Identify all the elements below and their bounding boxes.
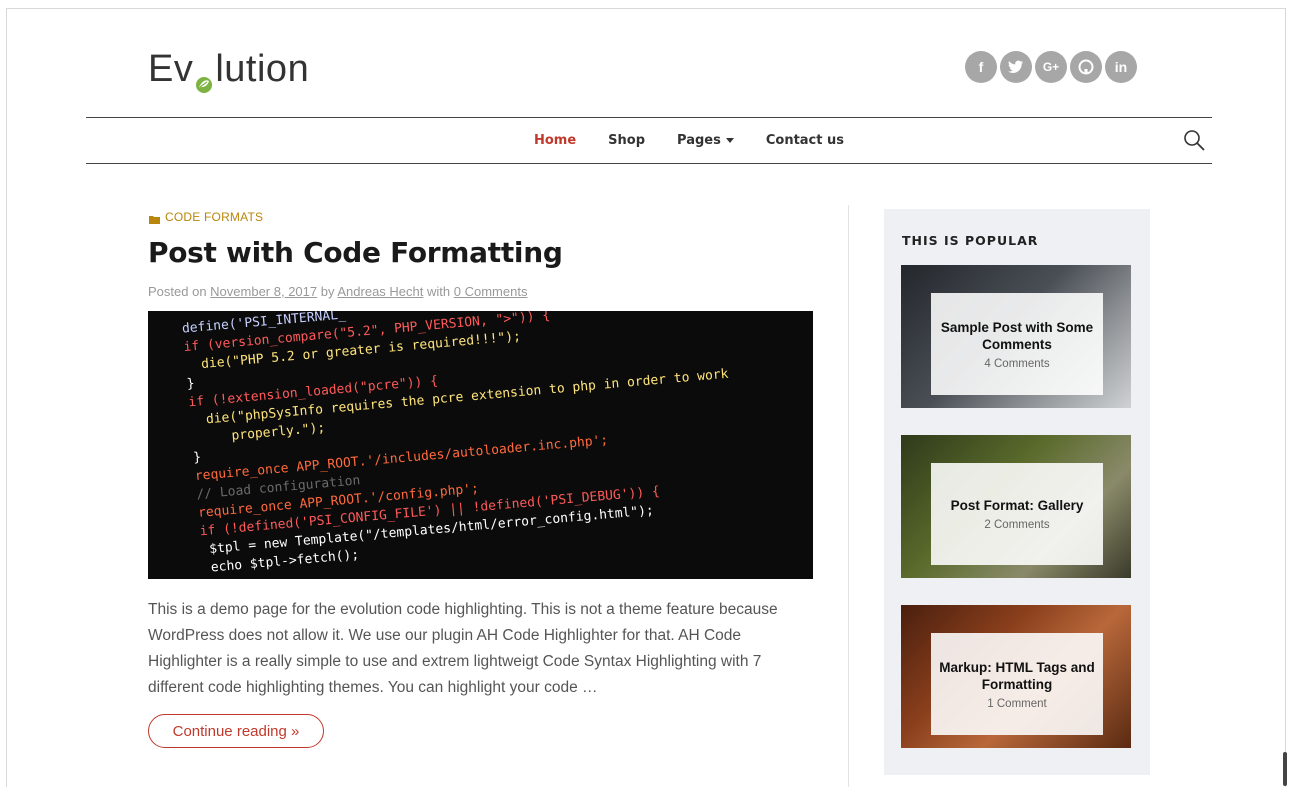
popular-post-comments: 4 Comments xyxy=(984,357,1050,370)
social-links: f G+ in xyxy=(965,51,1137,83)
github-icon[interactable] xyxy=(1070,51,1102,83)
popular-post-title: Sample Post with Some Comments xyxy=(940,319,1094,352)
nav-item-pages[interactable]: Pages xyxy=(677,133,734,148)
facebook-icon[interactable]: f xyxy=(965,51,997,83)
content-divider xyxy=(848,205,849,787)
linkedin-icon[interactable]: in xyxy=(1105,51,1137,83)
popular-post-2[interactable]: Post Format: Gallery 2 Comments xyxy=(901,435,1131,578)
post-meta: Posted on November 8, 2017 by Andreas He… xyxy=(148,284,528,299)
nav-item-contact[interactable]: Contact us xyxy=(766,133,844,148)
search-icon[interactable] xyxy=(1182,128,1206,152)
post-title[interactable]: Post with Code Formatting xyxy=(148,236,563,269)
caret-down-icon xyxy=(725,138,734,143)
main-navigation: Home Shop Pages Contact us xyxy=(86,117,1212,164)
post-excerpt: This is a demo page for the evolution co… xyxy=(148,601,778,696)
post-author-link[interactable]: Andreas Hecht xyxy=(337,284,423,299)
sidebar-widget-popular: THIS IS POPULAR Sample Post with Some Co… xyxy=(884,209,1150,775)
post-comments-link[interactable]: 0 Comments xyxy=(454,284,528,299)
popular-post-3[interactable]: Markup: HTML Tags and Formatting 1 Comme… xyxy=(901,605,1131,748)
code-line: } xyxy=(186,376,195,392)
code-line: } xyxy=(193,450,202,466)
popular-post-title: Markup: HTML Tags and Formatting xyxy=(939,659,1095,692)
popular-post-comments: 1 Comment xyxy=(987,697,1047,710)
widget-title: THIS IS POPULAR xyxy=(902,233,1039,248)
nav-item-shop[interactable]: Shop xyxy=(608,133,645,148)
page-scrollbar[interactable] xyxy=(1283,752,1287,786)
post-category[interactable]: CODE FORMATS xyxy=(149,210,263,224)
post-featured-image[interactable]: define('PSI_INTERNAL_ if (version_compare… xyxy=(148,311,813,579)
twitter-icon[interactable] xyxy=(1000,51,1032,83)
popular-post-title: Post Format: Gallery xyxy=(950,498,1084,513)
nav-item-home[interactable]: Home xyxy=(534,133,576,148)
post-date-link[interactable]: November 8, 2017 xyxy=(210,284,317,299)
popular-post-comments: 2 Comments xyxy=(984,519,1050,531)
site-logo[interactable]: Ev lution xyxy=(148,48,309,93)
popular-post-1[interactable]: Sample Post with Some Comments 4 Comment… xyxy=(901,265,1131,408)
folder-icon xyxy=(149,213,161,224)
google-plus-icon[interactable]: G+ xyxy=(1035,51,1067,83)
continue-reading-button[interactable]: Continue reading » xyxy=(148,714,324,748)
leaf-icon xyxy=(194,62,214,93)
